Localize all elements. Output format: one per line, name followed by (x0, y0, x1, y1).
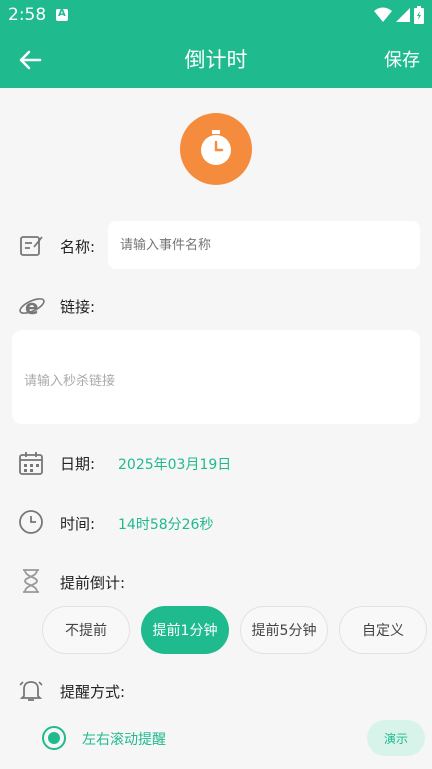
chip-advance-1min[interactable]: 提前1分钟 (141, 606, 229, 654)
app-bar: 倒计时 保存 (0, 30, 432, 88)
status-time: 2:58 (8, 5, 47, 25)
link-input[interactable]: 请输入秒杀链接 (12, 330, 420, 424)
browser-e-icon: e (19, 295, 45, 319)
remind-radio[interactable] (42, 726, 66, 750)
svg-text:e: e (25, 295, 39, 319)
date-label: 日期: (60, 455, 96, 473)
notification-icon: A (56, 8, 68, 21)
time-label: 时间: (60, 515, 96, 533)
link-label: 链接: (60, 298, 96, 316)
date-value[interactable]: 2025年03月19日 (118, 454, 231, 474)
edit-note-icon (20, 236, 43, 256)
save-button[interactable]: 保存 (384, 46, 420, 72)
hourglass-icon (23, 569, 39, 593)
chip-no-advance[interactable]: 不提前 (42, 606, 130, 654)
advance-label: 提前倒计: (60, 574, 126, 592)
form-content: 名称: e 链接: 请输入秒杀链接 日期: 2025年03月19日 时间: 14… (0, 88, 432, 769)
page-title: 倒计时 (184, 48, 248, 72)
status-icons (374, 6, 424, 24)
chip-advance-5min[interactable]: 提前5分钟 (240, 606, 328, 654)
calendar-icon (19, 452, 43, 475)
signal-icon (396, 8, 410, 22)
wifi-icon (374, 7, 392, 22)
time-value[interactable]: 14时58分26秒 (118, 514, 213, 534)
bell-icon (19, 681, 43, 701)
remind-label: 提醒方式: (60, 683, 126, 701)
clock-icon[interactable] (180, 113, 252, 185)
name-label: 名称: (60, 238, 96, 256)
name-input[interactable] (108, 221, 420, 269)
remind-option-label[interactable]: 左右滚动提醒 (82, 729, 166, 749)
clock-outline-icon (19, 510, 43, 534)
demo-button[interactable]: 演示 (367, 720, 425, 756)
status-bar: 2:58 A (0, 0, 432, 30)
link-placeholder: 请输入秒杀链接 (24, 374, 116, 389)
chip-custom[interactable]: 自定义 (339, 606, 427, 654)
battery-icon (414, 6, 424, 24)
